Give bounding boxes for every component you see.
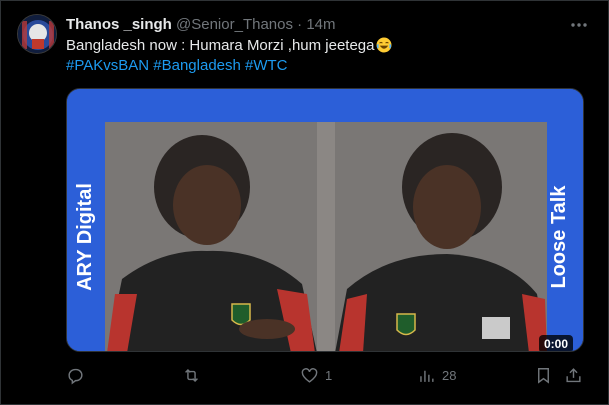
tweet[interactable]: Thanos _singh @Senior_Thanos · 14m Bangl… bbox=[0, 0, 609, 405]
retweet-button[interactable] bbox=[182, 363, 207, 387]
video-duration-badge: 0:00 bbox=[538, 335, 573, 351]
reply-button[interactable] bbox=[66, 363, 91, 387]
hashtag-bangladesh[interactable]: #Bangladesh bbox=[153, 57, 241, 74]
hashtag-line: #PAKvsBAN #Bangladesh #WTC bbox=[66, 56, 586, 76]
separator-dot: · bbox=[297, 16, 303, 33]
avatar[interactable] bbox=[17, 14, 57, 54]
tweet-body: Bangladesh now : Humara Morzi ,hum jeete… bbox=[66, 37, 375, 54]
tweet-text: Bangladesh now : Humara Morzi ,hum jeete… bbox=[66, 36, 586, 76]
tweet-header: Thanos _singh @Senior_Thanos · 14m bbox=[66, 15, 336, 35]
video-media[interactable]: ARY Digital Loose Talk 0:00 bbox=[66, 88, 584, 352]
ary-digital-label: ARY Digital bbox=[74, 183, 96, 291]
views-button[interactable]: 28 bbox=[417, 363, 456, 387]
hashtag-pakvsban[interactable]: #PAKvsBAN bbox=[66, 57, 149, 74]
avatar-image bbox=[18, 15, 56, 53]
like-button[interactable]: 1 bbox=[300, 363, 332, 387]
bookmark-icon bbox=[538, 367, 549, 384]
timestamp[interactable]: 14m bbox=[306, 16, 335, 33]
video-thumbnail: ARY Digital Loose Talk bbox=[67, 89, 583, 351]
like-count: 1 bbox=[325, 367, 333, 383]
laughing-emoji-icon bbox=[376, 37, 391, 53]
share-icon bbox=[566, 367, 581, 382]
action-bar: 1 28 bbox=[66, 363, 594, 387]
views-chart-icon bbox=[420, 370, 434, 382]
reply-icon bbox=[68, 368, 83, 384]
loose-talk-label: Loose Talk bbox=[548, 185, 570, 289]
author-name[interactable]: Thanos _singh bbox=[66, 16, 172, 33]
retweet-icon bbox=[185, 368, 198, 382]
bookmark-button[interactable] bbox=[534, 363, 553, 387]
heart-icon bbox=[301, 367, 318, 383]
author-handle[interactable]: @Senior_Thanos bbox=[176, 16, 293, 33]
tweet-text-line: Bangladesh now : Humara Morzi ,hum jeete… bbox=[66, 36, 586, 56]
hashtag-wtc[interactable]: #WTC bbox=[245, 57, 288, 74]
more-options-icon[interactable] bbox=[569, 15, 589, 35]
view-count: 28 bbox=[442, 367, 457, 383]
share-button[interactable] bbox=[564, 363, 583, 387]
